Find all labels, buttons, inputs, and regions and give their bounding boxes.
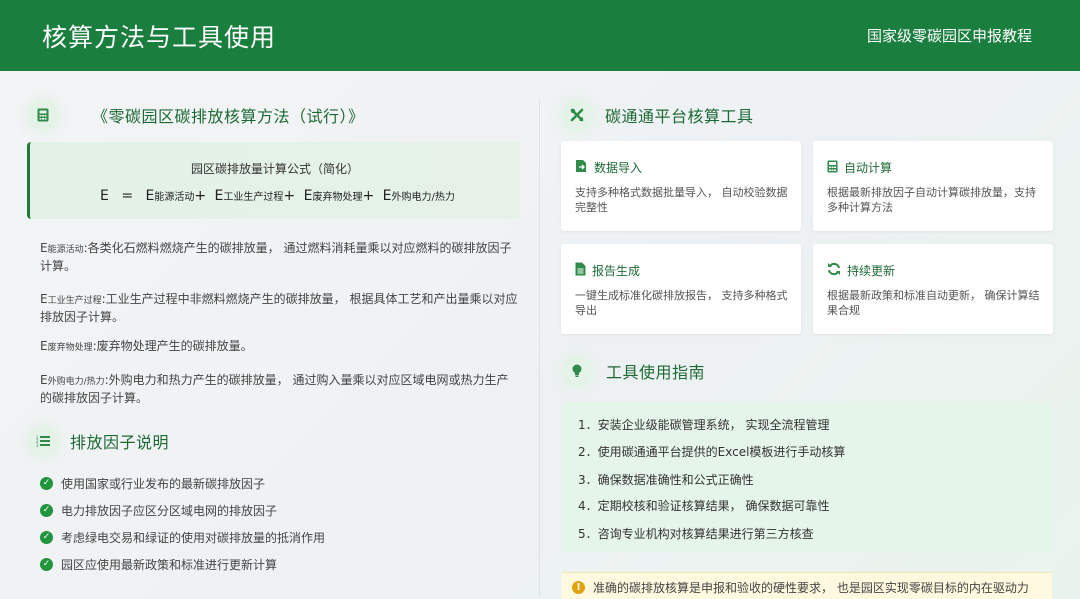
guide-section-title: 工具使用指南 (606, 363, 706, 382)
feature-card-report: 报告生成 一键生成标准化碳排放报告， 支持多种格式导出 (561, 244, 801, 334)
card-description: 根据最新排放因子自动计算碳排放量，支持多种计算方法 (827, 186, 1036, 214)
report-icon (575, 261, 586, 280)
formula-term: E能源活动+ (145, 188, 207, 204)
list-item: 3．确保数据准确性和公式正确性 (578, 473, 754, 487)
feature-card-auto-calc: 自动计算 根据最新排放因子自动计算碳排放量，支持多种计算方法 (813, 141, 1053, 231)
tool-section-header: 碳通通平台核算工具 (562, 100, 754, 130)
note-banner: ! 准确的碳排放核算是申报和验收的硬性要求， 也是园区实现零碳目标的内在驱动力 (562, 572, 1052, 599)
feature-card-data-import: 数据导入 支持多种格式数据批量导入， 自动校验数据完整性 (561, 141, 801, 231)
card-title: 数据导入 (594, 161, 643, 175)
method-section-header: 《零碳园区碳排放核算方法（试行）》 (28, 100, 365, 130)
formula-equation: E = E能源活动+ E工业生产过程+ E废弃物处理+ E外购电力/热力 (100, 188, 455, 204)
feature-card-update: 持续更新 根据最新政策和标准自动更新， 确保计算结果合规 (813, 244, 1053, 334)
factor-section-title: 排放因子说明 (70, 433, 170, 452)
factor-section-header: 123 排放因子说明 (28, 426, 169, 456)
note-text: 准确的碳排放核算是申报和验收的硬性要求， 也是园区实现零碳目标的内在驱动力 (593, 581, 1029, 595)
card-title: 报告生成 (592, 264, 641, 278)
formula-equals: = (121, 188, 134, 204)
list-icon: 123 (28, 426, 58, 456)
card-description: 根据最新政策和标准自动更新， 确保计算结果合规 (827, 289, 1040, 317)
formula-label: 园区碳排放量计算公式（简化） (190, 162, 359, 176)
tools-icon (562, 100, 592, 130)
card-title: 自动计算 (844, 161, 893, 175)
check-icon: ✓ (40, 477, 53, 490)
list-item: 5．咨询专业机构对核算结果进行第三方核查 (578, 527, 814, 541)
guide-section-header: 工具使用指南 (562, 356, 705, 386)
page-title: 核算方法与工具使用 (42, 22, 277, 52)
formula-term: E废弃物处理+ (303, 188, 375, 204)
formula-term: E外购电力/热力 (382, 188, 455, 204)
list-item: ✓ 考虑绿电交易和绿证的使用对碳排放量的抵消作用 (40, 524, 325, 551)
svg-text:3: 3 (36, 443, 39, 447)
factor-list: ✓ 使用国家或行业发布的最新碳排放因子 ✓ 电力排放因子应区分区域电网的排放因子 ✓… (40, 470, 325, 578)
definition-industrial: E工业生产过程:工业生产过程中非燃料燃烧产生的碳排放量， 根据具体工艺和产出量乘… (40, 292, 518, 324)
definition-purchased-power: E外购电力/热力:外购电力和热力产生的碳排放量， 通过购入量乘以对应区域电网或热… (40, 373, 509, 405)
formula-box: 园区碳排放量计算公式（简化） E = E能源活动+ E工业生产过程+ E废弃物处… (27, 142, 520, 219)
tool-section-title: 碳通通平台核算工具 (605, 107, 754, 126)
check-icon: ✓ (40, 504, 53, 517)
guide-box: 1．安装企业级能碳管理系统， 实现全流程管理 2．使用碳通通平台提供的Excel… (562, 402, 1052, 552)
calculator-icon (827, 158, 838, 177)
lightbulb-icon (562, 356, 592, 386)
list-item: ✓ 园区应使用最新政策和标准进行更新计算 (40, 551, 325, 578)
list-item: 1．安装企业级能碳管理系统， 实现全流程管理 (578, 418, 830, 432)
list-item: ✓ 使用国家或行业发布的最新碳排放因子 (40, 470, 325, 497)
formula-lhs: E (100, 188, 109, 204)
definition-energy: E能源活动:各类化石燃料燃烧产生的碳排放量， 通过燃料消耗量乘以对应燃料的碳排放… (40, 241, 512, 273)
method-title: 《零碳园区碳排放核算方法（试行）》 (92, 107, 365, 126)
calculator-icon (28, 100, 58, 130)
card-description: 支持多种格式数据批量导入， 自动校验数据完整性 (575, 186, 788, 214)
formula-term: E工业生产过程+ (214, 188, 296, 204)
list-item: 4．定期校核和验证核算结果， 确保数据可靠性 (578, 499, 830, 513)
course-subtitle: 国家级零碳园区申报教程 (866, 27, 1032, 45)
card-title: 持续更新 (847, 264, 896, 278)
warning-icon: ! (572, 581, 585, 594)
card-description: 一键生成标准化碳排放报告， 支持多种格式导出 (575, 289, 788, 317)
page-header: 核算方法与工具使用 国家级零碳园区申报教程 (0, 0, 1080, 71)
check-icon: ✓ (40, 558, 53, 571)
definition-waste: E废弃物处理:废弃物处理产生的碳排放量。 (40, 339, 253, 353)
refresh-icon (827, 261, 841, 280)
list-item: ✓ 电力排放因子应区分区域电网的排放因子 (40, 497, 325, 524)
list-item: 2．使用碳通通平台提供的Excel模板进行手动核算 (578, 445, 846, 459)
data-import-icon (575, 158, 588, 177)
column-divider (539, 98, 540, 598)
check-icon: ✓ (40, 531, 53, 544)
